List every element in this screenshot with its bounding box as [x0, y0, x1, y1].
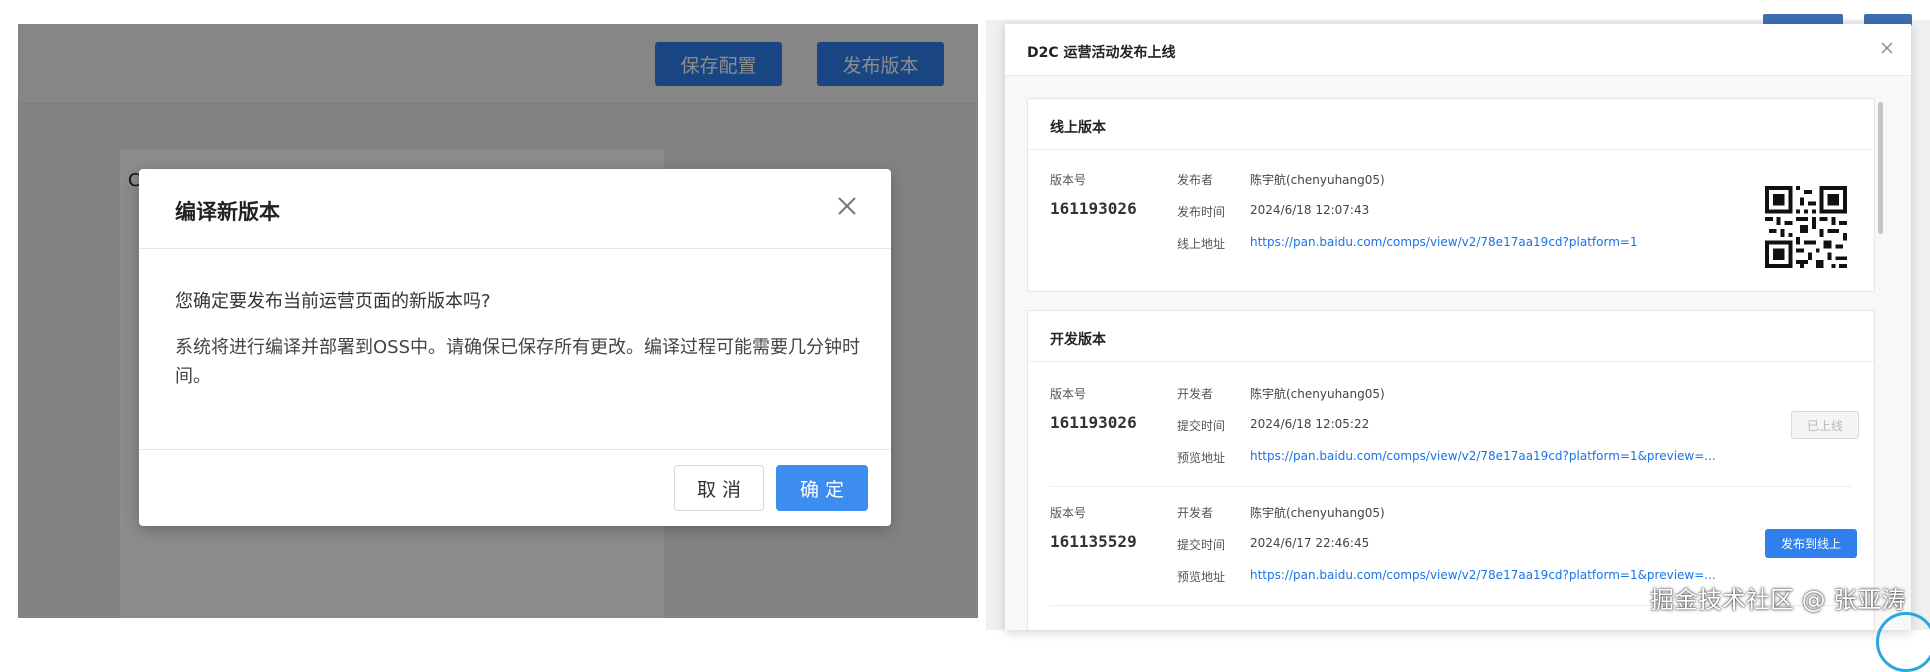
close-icon[interactable]	[1880, 39, 1894, 60]
developer-value: 陈宇航(chenyuhang05)	[1250, 387, 1385, 401]
divider	[1028, 149, 1874, 150]
version-label: 版本号	[1050, 387, 1087, 401]
confirm-button[interactable]: 确 定	[776, 465, 868, 511]
modal-body: 线上版本 版本号 161193026 发布者 陈宇航(chenyuhang05)…	[1005, 76, 1911, 630]
dialog-description: 系统将进行编译并部署到OSS中。请确保已保存所有更改。编译过程可能需要几分钟时间…	[175, 337, 861, 387]
version-number: 161193026	[1050, 413, 1137, 432]
dialog-footer: 取 消 确 定	[139, 449, 891, 526]
preview-url-link[interactable]: https://pan.baidu.com/comps/view/v2/78e1…	[1250, 449, 1716, 463]
dialog-header: 编译新版本	[139, 169, 891, 249]
modal-title: D2C 运营活动发布上线	[1027, 45, 1176, 61]
submit-time-value: 2024/6/18 12:05:22	[1250, 417, 1370, 431]
developer-label: 开发者	[1177, 387, 1214, 401]
scrollbar-thumb[interactable]	[1878, 102, 1883, 234]
section-title: 开发版本	[1050, 332, 1106, 348]
close-icon[interactable]	[833, 195, 861, 223]
preview-url-label: 预览地址	[1177, 570, 1226, 584]
version-label: 版本号	[1050, 506, 1087, 520]
modal-header: D2C 运营活动发布上线	[1005, 24, 1911, 76]
qr-code-icon	[1765, 186, 1847, 268]
publish-online-button[interactable]: 发布到线上	[1765, 529, 1857, 558]
publisher-label: 发布者	[1177, 173, 1214, 187]
online-url-label: 线上地址	[1177, 237, 1226, 251]
developer-value: 陈宇航(chenyuhang05)	[1250, 506, 1385, 520]
divider	[1028, 361, 1874, 362]
cancel-button[interactable]: 取 消	[674, 465, 764, 511]
publish-modal: D2C 运营活动发布上线 线上版本 版本号 161193026 发布者 陈宇航(…	[1005, 24, 1911, 630]
preview-url-label: 预览地址	[1177, 451, 1226, 465]
developer-label: 开发者	[1177, 506, 1214, 520]
compile-dialog: 编译新版本 您确定要发布当前运营页面的新版本吗? 系统将进行编译并部署到OSS中…	[139, 169, 891, 526]
dialog-question: 您确定要发布当前运营页面的新版本吗?	[175, 291, 491, 312]
submit-time-value: 2024/6/17 22:46:45	[1250, 536, 1370, 550]
version-number: 161135529	[1050, 532, 1137, 551]
publish-time-value: 2024/6/18 12:07:43	[1250, 203, 1370, 217]
already-online-button: 已上线	[1791, 411, 1859, 439]
submit-time-label: 提交时间	[1177, 419, 1226, 433]
credit-watermark: 掘金技术社区 @ 张亚涛	[1650, 586, 1906, 614]
online-url-link[interactable]: https://pan.baidu.com/comps/view/v2/78e1…	[1250, 235, 1638, 249]
section-title: 线上版本	[1050, 120, 1106, 136]
publisher-value: 陈宇航(chenyuhang05)	[1250, 173, 1385, 187]
preview-url-link[interactable]: https://pan.baidu.com/comps/view/v2/78e1…	[1250, 568, 1716, 582]
submit-time-label: 提交时间	[1177, 538, 1226, 552]
version-number: 161193026	[1050, 199, 1137, 218]
row-divider	[1050, 486, 1852, 487]
online-version-card: 线上版本 版本号 161193026 发布者 陈宇航(chenyuhang05)…	[1027, 98, 1875, 292]
publish-time-label: 发布时间	[1177, 205, 1226, 219]
dialog-title: 编译新版本	[175, 200, 280, 224]
left-screenshot: 保存配置 发布版本 C 编译新版本 您确定要发布当前运营页面的新版本吗? 系统将…	[18, 24, 978, 618]
version-label: 版本号	[1050, 173, 1087, 187]
corner-logo-icon	[1876, 612, 1930, 672]
